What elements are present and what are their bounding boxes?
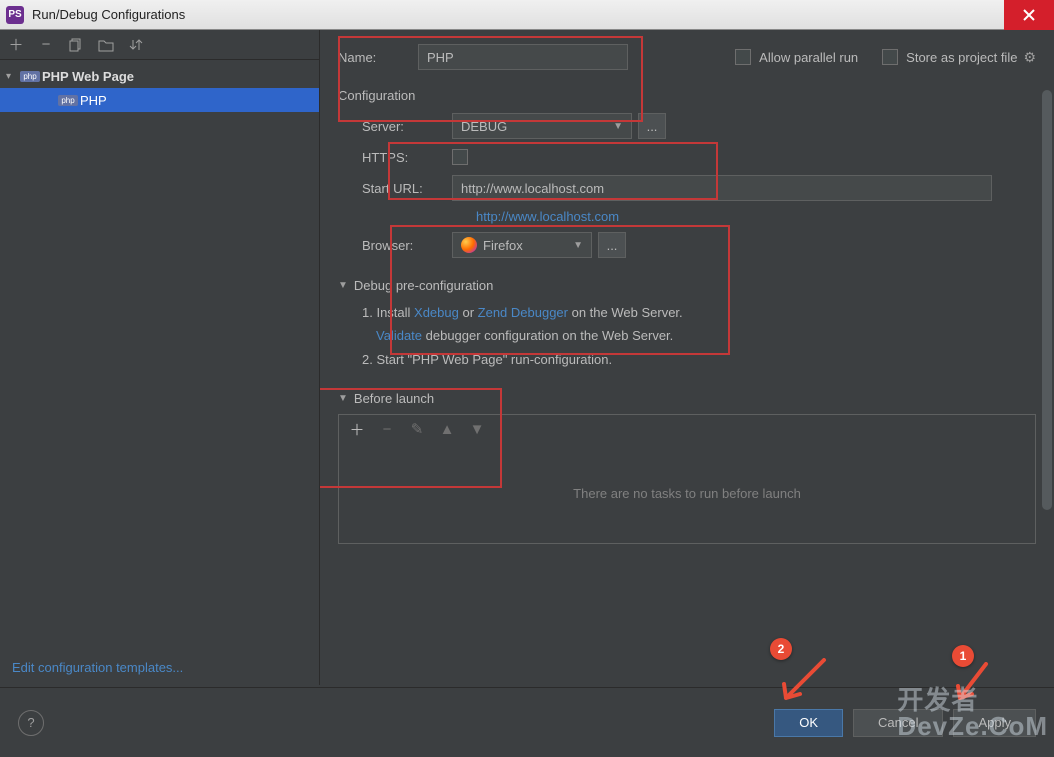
- before-launch-toolbar: ＋ − ✎ ▲ ▼: [339, 415, 1035, 443]
- php-icon: php: [60, 92, 76, 108]
- chevron-down-icon: ▼: [573, 240, 583, 251]
- remove-icon[interactable]: −: [38, 37, 54, 53]
- before-launch-label: Before launch: [354, 391, 434, 406]
- allow-parallel-checkbox[interactable]: Allow parallel run: [735, 49, 858, 65]
- validate-link[interactable]: Validate: [376, 328, 422, 343]
- name-label: Name:: [338, 50, 418, 65]
- tree-item-label: PHP: [80, 93, 107, 108]
- before-launch-box: ＋ − ✎ ▲ ▼ There are no tasks to run befo…: [338, 414, 1036, 544]
- chevron-down-icon: ▼: [338, 393, 348, 404]
- remove-icon: −: [379, 421, 395, 437]
- copy-icon[interactable]: [68, 37, 84, 53]
- checkbox-icon: [452, 149, 468, 165]
- close-icon: [1022, 8, 1036, 22]
- browser-dropdown[interactable]: Firefox ▼: [452, 232, 592, 258]
- callout-1-arrow: [954, 662, 994, 704]
- callout-2-badge: 2: [770, 638, 792, 660]
- php-web-icon: php: [22, 68, 38, 84]
- server-row: Server: DEBUG ▼ ...: [338, 113, 1036, 139]
- window-title: Run/Debug Configurations: [32, 7, 1004, 22]
- starturl-row: Start URL:: [338, 175, 1036, 201]
- https-checkbox[interactable]: [452, 149, 468, 165]
- scrollbar-thumb[interactable]: [1042, 90, 1052, 510]
- scrollbar[interactable]: [1042, 90, 1052, 675]
- sort-icon[interactable]: [128, 37, 144, 53]
- edit-templates-link[interactable]: Edit configuration templates...: [0, 650, 319, 685]
- allow-parallel-label: Allow parallel run: [759, 50, 858, 65]
- browser-value: Firefox: [483, 238, 523, 253]
- tree-root-label: PHP Web Page: [42, 69, 134, 84]
- app-icon: PS: [6, 6, 24, 24]
- server-value: DEBUG: [461, 119, 507, 134]
- xdebug-link[interactable]: Xdebug: [414, 305, 459, 320]
- debug-preconfig-content: 1. Install Xdebug or Zend Debugger on th…: [338, 301, 1036, 371]
- name-input[interactable]: [418, 44, 628, 70]
- help-button[interactable]: ?: [18, 710, 44, 736]
- https-row: HTTPS:: [338, 149, 1036, 165]
- edit-icon: ✎: [409, 421, 425, 437]
- debug-preconfig-toggle[interactable]: ▼ Debug pre-configuration: [338, 278, 1036, 293]
- move-down-icon: ▼: [469, 421, 485, 437]
- close-button[interactable]: [1004, 0, 1054, 30]
- tree-root-php-web-page[interactable]: ▾ php PHP Web Page: [0, 64, 319, 88]
- cancel-button[interactable]: Cancel: [853, 709, 943, 737]
- debug-validate-line: Validate debugger configuration on the W…: [362, 324, 1036, 347]
- configuration-section-title: Configuration: [338, 88, 1036, 103]
- server-browse-button[interactable]: ...: [638, 113, 666, 139]
- starturl-input[interactable]: [452, 175, 992, 201]
- server-dropdown[interactable]: DEBUG ▼: [452, 113, 632, 139]
- ok-button[interactable]: OK: [774, 709, 843, 737]
- checkbox-icon: [882, 49, 898, 65]
- add-icon[interactable]: ＋: [349, 421, 365, 437]
- tree-item-php[interactable]: php PHP: [0, 88, 319, 112]
- store-project-checkbox[interactable]: Store as project file: [882, 49, 1017, 65]
- debug-step-1: 1. Install Xdebug or Zend Debugger on th…: [362, 301, 1036, 324]
- bottom-bar: ? OK Cancel Apply: [0, 687, 1054, 757]
- checkbox-icon: [735, 49, 751, 65]
- gear-icon[interactable]: ⚙: [1023, 49, 1036, 66]
- apply-button[interactable]: Apply: [953, 709, 1036, 737]
- server-label: Server:: [362, 119, 452, 134]
- before-launch-toggle[interactable]: ▼ Before launch: [338, 391, 1036, 406]
- chevron-down-icon: ▼: [613, 121, 623, 132]
- browser-browse-button[interactable]: ...: [598, 232, 626, 258]
- callout-2-arrow: [780, 658, 832, 706]
- chevron-down-icon: ▼: [338, 280, 348, 291]
- left-toolbar: ＋ −: [0, 30, 319, 60]
- browser-label: Browser:: [362, 238, 452, 253]
- name-row: Name: Allow parallel run Store as projec…: [338, 44, 1036, 70]
- browser-row: Browser: Firefox ▼ ...: [338, 232, 1036, 258]
- right-panel: Name: Allow parallel run Store as projec…: [320, 30, 1054, 685]
- store-project-label: Store as project file: [906, 50, 1017, 65]
- left-panel: ＋ − ▾ php PHP Web Page php PHP Edit co: [0, 30, 320, 685]
- firefox-icon: [461, 237, 477, 253]
- move-up-icon: ▲: [439, 421, 455, 437]
- starturl-label: Start URL:: [362, 181, 452, 196]
- https-label: HTTPS:: [362, 150, 452, 165]
- chevron-down-icon: ▾: [6, 71, 18, 82]
- add-icon[interactable]: ＋: [8, 37, 24, 53]
- zend-debugger-link[interactable]: Zend Debugger: [478, 305, 568, 320]
- titlebar: PS Run/Debug Configurations: [0, 0, 1054, 30]
- config-tree: ▾ php PHP Web Page php PHP: [0, 60, 319, 650]
- before-launch-empty: There are no tasks to run before launch: [339, 443, 1035, 543]
- starturl-link[interactable]: http://www.localhost.com: [452, 209, 1036, 224]
- debug-preconfig-label: Debug pre-configuration: [354, 278, 493, 293]
- folder-icon[interactable]: [98, 37, 114, 53]
- debug-step-2: 2. Start "PHP Web Page" run-configuratio…: [362, 348, 1036, 371]
